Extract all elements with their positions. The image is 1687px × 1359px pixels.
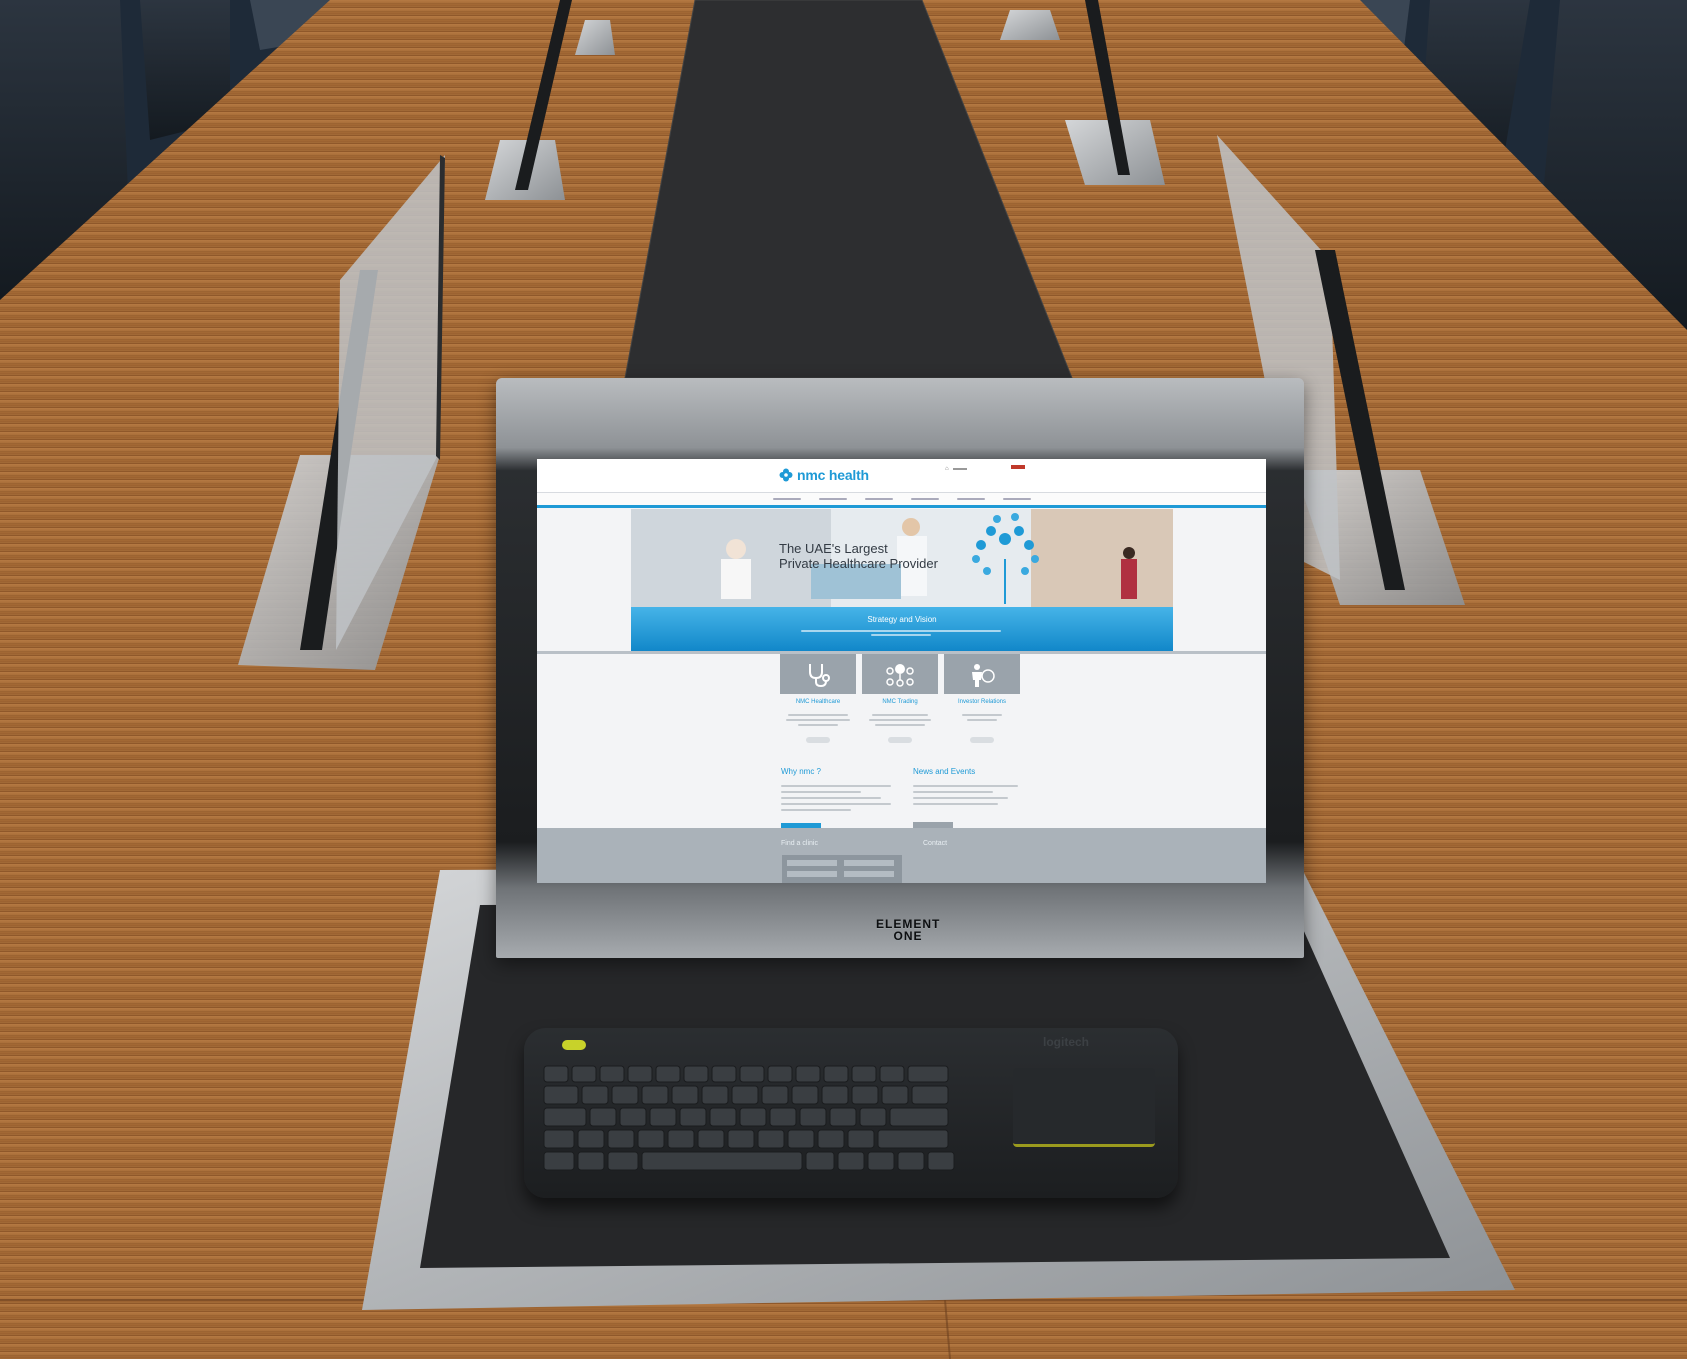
tile-text-healthcare (780, 711, 856, 729)
tile-button-healthcare[interactable] (806, 737, 830, 743)
nav-item-5[interactable] (956, 498, 985, 500)
tile-nmc-healthcare[interactable] (780, 654, 856, 694)
home-icon[interactable]: ⌂ (945, 466, 949, 472)
news-title: News and Events (913, 767, 976, 776)
clinic-select-2[interactable] (844, 860, 894, 866)
nmc-logo-text: nmc health (797, 467, 869, 483)
nav-item-6[interactable] (1002, 498, 1031, 500)
site-footer: Find a clinic Contact (537, 828, 1266, 883)
nmc-flower-icon (779, 468, 793, 482)
nav-item-3[interactable] (864, 498, 893, 500)
monitor-brand-logo: ELEMENT ONE (876, 917, 941, 943)
key-row-4 (543, 1129, 949, 1149)
network-dollar-icon (886, 664, 914, 687)
key-row-5 (543, 1151, 955, 1171)
tile-button-investor[interactable] (970, 737, 994, 743)
nav-item-2[interactable] (818, 498, 847, 500)
tile-nmc-trading[interactable] (862, 654, 938, 694)
stethoscope-icon (809, 664, 830, 688)
site-nav (537, 493, 1266, 508)
keyboard-touchpad[interactable] (1013, 1068, 1155, 1147)
find-clinic-form (782, 855, 902, 883)
tile-investor-relations[interactable] (944, 654, 1020, 694)
hero-strategy-band: Strategy and Vision (631, 607, 1173, 651)
tile-title-investor[interactable]: Investor Relations (944, 699, 1020, 705)
tile-text-investor (944, 711, 1020, 724)
why-nmc-title: Why nmc ? (781, 767, 822, 776)
hero-band-title: Strategy and Vision (867, 615, 937, 624)
site-header: nmc health ⌂ (537, 459, 1266, 493)
why-nmc-text (781, 781, 891, 815)
clinic-select-4[interactable] (844, 871, 894, 877)
keyboard-brand-logo: logitech (1043, 1035, 1090, 1049)
news-list (913, 781, 1018, 809)
tile-button-trading[interactable] (888, 737, 912, 743)
key-row-3 (543, 1107, 949, 1127)
header-link-placeholder[interactable] (952, 468, 967, 470)
key-row-1 (543, 1065, 949, 1083)
clinic-select-3[interactable] (787, 871, 837, 877)
find-clinic-title: Find a clinic (781, 840, 818, 847)
nav-item-4[interactable] (910, 498, 939, 500)
nmc-logo[interactable]: nmc health (779, 467, 869, 483)
key-row-2 (543, 1085, 949, 1105)
tile-text-trading (862, 711, 938, 729)
hero-heading: The UAE's Largest Private Healthcare Pro… (779, 541, 938, 571)
clinic-select-1[interactable] (787, 860, 837, 866)
hero-band-text (801, 628, 1001, 638)
investor-icon (972, 664, 995, 687)
header-utilities: ⌂ (945, 466, 967, 472)
keyboard-power-led-icon (562, 1040, 586, 1050)
tile-title-healthcare[interactable]: NMC Healthcare (780, 699, 856, 705)
tile-title-trading[interactable]: NMC Trading (862, 699, 938, 705)
contact-title: Contact (923, 840, 948, 847)
hero-banner: The UAE's Largest Private Healthcare Pro… (631, 509, 1173, 651)
nav-item-1[interactable] (772, 498, 801, 500)
monitor-screen: nmc health ⌂ The UAE's Largest Private H… (537, 459, 1266, 883)
header-partner-mark[interactable] (1011, 465, 1025, 469)
